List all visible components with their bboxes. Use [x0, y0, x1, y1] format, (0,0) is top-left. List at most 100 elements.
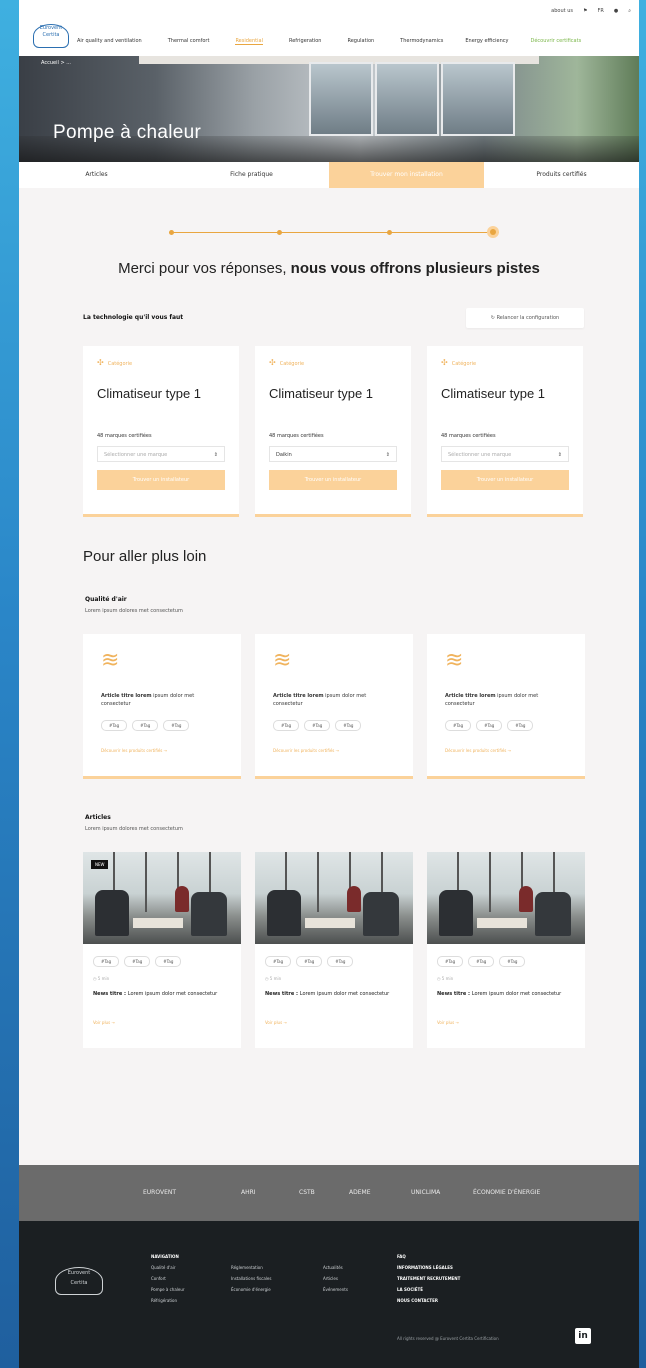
- tag-pill[interactable]: #Tag: [335, 720, 362, 731]
- footer-logo-line2: Certita: [70, 1280, 88, 1286]
- tab-trouver-installation[interactable]: Trouver mon installation: [329, 162, 484, 188]
- air-quality-card[interactable]: ≋ Article titre lorem ipsum dolor met co…: [83, 634, 241, 779]
- footer-link[interactable]: Pompe à chaleur: [151, 1284, 185, 1295]
- footer-link[interactable]: Économie d'énergie: [231, 1284, 271, 1295]
- footer-link[interactable]: Confort: [151, 1273, 185, 1284]
- tag-pill[interactable]: #Tag: [499, 956, 526, 967]
- nav-item-thermodynamics[interactable]: Thermodynamics: [400, 38, 443, 45]
- nav-item-thermal-comfort[interactable]: Thermal comfort: [168, 38, 210, 45]
- discover-link[interactable]: Découvrir les produits certifiés →: [445, 748, 511, 753]
- partner-logo[interactable]: EUROVENT: [143, 1189, 176, 1196]
- nav-item-regulation[interactable]: Regulation: [347, 38, 374, 45]
- nav-item-residential[interactable]: Residential: [235, 38, 263, 45]
- tag-pill[interactable]: #Tag: [476, 720, 503, 731]
- partner-logo[interactable]: UNICLIMA: [411, 1189, 440, 1196]
- footer-link[interactable]: Installations fiscales: [231, 1273, 271, 1284]
- tag-pill[interactable]: #Tag: [468, 956, 495, 967]
- partner-logo[interactable]: ÉCONOMIE D'ÉNERGIE: [473, 1189, 540, 1196]
- product-tag: ✣ Catégorie: [269, 358, 304, 367]
- tag-pill[interactable]: #Tag: [124, 956, 151, 967]
- partner-logo[interactable]: AHRI: [241, 1189, 256, 1196]
- tag-pill[interactable]: #Tag: [296, 956, 323, 967]
- hero-window: [441, 62, 515, 136]
- article-card[interactable]: NEW #Tag #Tag #Tag ◷ 5 min News titre : …: [83, 852, 241, 1048]
- stepper-dot[interactable]: [169, 230, 174, 235]
- find-installer-button[interactable]: Trouver un installateur: [269, 470, 397, 490]
- tag-pill[interactable]: #Tag: [507, 720, 534, 731]
- breadcrumb[interactable]: Accueil > ...: [41, 60, 71, 66]
- find-installer-button[interactable]: Trouver un installateur: [441, 470, 569, 490]
- fan-icon: ✣: [97, 358, 104, 367]
- search-icon[interactable]: ⌕: [628, 8, 631, 14]
- wind-icon: ≋: [101, 648, 120, 673]
- footer-link[interactable]: Réfrigération: [151, 1295, 185, 1306]
- tag-pill[interactable]: #Tag: [437, 956, 464, 967]
- tag-pill[interactable]: #Tag: [265, 956, 292, 967]
- footer-link[interactable]: TRAITEMENT RECRUTEMENT: [397, 1273, 460, 1284]
- tag-pill[interactable]: #Tag: [327, 956, 354, 967]
- tag-pill[interactable]: #Tag: [93, 956, 120, 967]
- wind-icon: ≋: [445, 648, 464, 673]
- stepper-dot[interactable]: [387, 230, 392, 235]
- nav-item-refrigeration[interactable]: Refrigeration: [289, 38, 321, 45]
- air-quality-card[interactable]: ≋ Article titre lorem ipsum dolor met co…: [427, 634, 585, 779]
- tab-produits-certifies[interactable]: Produits certifiés: [484, 162, 639, 188]
- tag-pill[interactable]: #Tag: [445, 720, 472, 731]
- footer-link[interactable]: Événements: [323, 1284, 348, 1295]
- logo[interactable]: Eurovent Certita: [33, 24, 69, 48]
- footer-logo[interactable]: Eurovent Certita: [55, 1267, 103, 1295]
- footer-link[interactable]: Qualité d'air: [151, 1262, 185, 1273]
- tag-list: #Tag #Tag #Tag: [265, 956, 354, 967]
- tag-pill[interactable]: #Tag: [101, 720, 128, 731]
- stepper-dot[interactable]: [277, 230, 282, 235]
- footer-nav-col: NAVIGATION Qualité d'air Confort Pompe à…: [151, 1251, 185, 1306]
- nav-item-energy-efficiency[interactable]: Energy efficiency: [465, 38, 508, 45]
- tab-articles[interactable]: Articles: [19, 162, 174, 188]
- language-select[interactable]: FR: [597, 8, 603, 14]
- article-title-body: Lorem ipsum dolor met consectetur: [299, 991, 390, 997]
- tag-pill[interactable]: #Tag: [304, 720, 331, 731]
- footer-link[interactable]: INFORMATIONS LÉGALES: [397, 1262, 460, 1273]
- see-more-link[interactable]: Voir plus →: [265, 1020, 287, 1025]
- about-link[interactable]: about us: [551, 8, 573, 14]
- linkedin-icon[interactable]: in: [575, 1328, 591, 1344]
- footer-link[interactable]: NOUS CONTACTER: [397, 1295, 460, 1306]
- results-heading: Merci pour vos réponses, nous vous offro…: [19, 260, 639, 277]
- tag-pill[interactable]: #Tag: [163, 720, 190, 731]
- tag-pill[interactable]: #Tag: [273, 720, 300, 731]
- technology-heading: La technologie qu'il vous faut: [83, 314, 184, 321]
- discover-link[interactable]: Découvrir les produits certifiés →: [101, 748, 167, 753]
- product-tag-label: Catégorie: [279, 361, 305, 367]
- new-badge: NEW: [91, 860, 109, 869]
- article-title-bold: News titre :: [93, 991, 128, 997]
- partner-logo[interactable]: CSTB: [299, 1189, 315, 1196]
- chevron-icon: ⇕: [213, 452, 218, 458]
- nav-item-air-quality[interactable]: Air quality and ventilation: [77, 38, 142, 45]
- footer-link[interactable]: Articles: [323, 1273, 348, 1284]
- tag-pill[interactable]: #Tag: [155, 956, 182, 967]
- brand-select[interactable]: Sélectionner une marque ⇕: [97, 446, 225, 462]
- tag-list: #Tag #Tag #Tag: [101, 720, 190, 731]
- partner-logo[interactable]: ADEME: [349, 1189, 370, 1196]
- flag-icon[interactable]: ⚑: [583, 8, 587, 14]
- see-more-link[interactable]: Voir plus →: [93, 1020, 115, 1025]
- footer-link[interactable]: Actualités: [323, 1262, 348, 1273]
- footer-link[interactable]: FAQ: [397, 1251, 460, 1262]
- footer-link[interactable]: LA SOCIÉTÉ: [397, 1284, 460, 1295]
- article-title-bold: News titre :: [437, 991, 472, 997]
- discover-link[interactable]: Découvrir les produits certifiés →: [273, 748, 339, 753]
- user-icon[interactable]: ●: [614, 8, 618, 14]
- nav-item-certificates[interactable]: Découvrir certificats: [530, 38, 581, 45]
- see-more-link[interactable]: Voir plus →: [437, 1020, 459, 1025]
- air-quality-card[interactable]: ≋ Article titre lorem ipsum dolor met co…: [255, 634, 413, 779]
- find-installer-button[interactable]: Trouver un installateur: [97, 470, 225, 490]
- footer-link[interactable]: Réglementation: [231, 1262, 271, 1273]
- tag-pill[interactable]: #Tag: [132, 720, 159, 731]
- article-card[interactable]: #Tag #Tag #Tag ◷ 5 min News titre : Lore…: [427, 852, 585, 1048]
- brand-select[interactable]: Daikin ⇕: [269, 446, 397, 462]
- footer-nav-col: Réglementation Installations fiscales Éc…: [231, 1262, 271, 1295]
- reset-configuration-button[interactable]: ↻ Relancer la configuration: [466, 308, 584, 328]
- tab-fiche-pratique[interactable]: Fiche pratique: [174, 162, 329, 188]
- brand-select[interactable]: Sélectionner une marque ⇕: [441, 446, 569, 462]
- article-card[interactable]: #Tag #Tag #Tag ◷ 5 min News titre : Lore…: [255, 852, 413, 1048]
